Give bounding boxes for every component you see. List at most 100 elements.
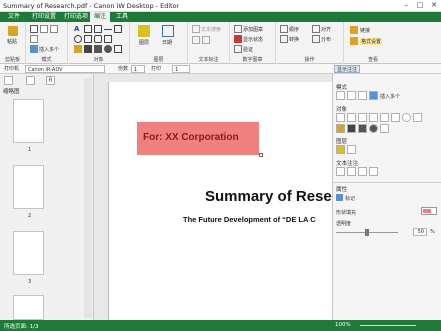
filled-rect-icon[interactable] xyxy=(94,45,102,53)
pane-strikeout-icon[interactable] xyxy=(347,167,356,176)
group-digital-stamp: 添加图章 显示状态 验证 数字图章 xyxy=(230,22,276,64)
group-mode-label: 模式 xyxy=(41,57,52,63)
highlighter-icon[interactable] xyxy=(74,45,82,53)
pane-pen-icon[interactable] xyxy=(347,124,356,133)
distribute-icon[interactable] xyxy=(312,35,320,43)
date-icon[interactable] xyxy=(162,25,174,37)
pane-hand-icon[interactable] xyxy=(347,91,356,100)
pane-layer-icon[interactable] xyxy=(336,145,345,154)
hand-icon[interactable] xyxy=(40,25,48,33)
tab-print-settings[interactable]: 打印设置 xyxy=(28,12,60,22)
add-stamp-icon[interactable] xyxy=(234,25,242,33)
reader-tab-icon[interactable]: R xyxy=(46,76,55,85)
link-icon[interactable] xyxy=(350,26,358,34)
text-search-label: 文本搜索 xyxy=(201,27,222,33)
paste-icon[interactable] xyxy=(8,26,18,36)
layer-section-title: 图层 xyxy=(336,139,348,145)
tab-file[interactable]: 文件 xyxy=(4,12,24,22)
tab-annotate[interactable]: 编注 xyxy=(90,12,111,22)
pane-rect-icon[interactable] xyxy=(391,113,400,122)
resize-handle[interactable] xyxy=(259,153,263,157)
copies-input[interactable]: 1 xyxy=(131,65,145,73)
order-icon[interactable] xyxy=(280,25,288,33)
comment-tab-icon[interactable] xyxy=(26,76,35,85)
layer-label: 图层 xyxy=(139,40,150,46)
close-button[interactable]: ✕ xyxy=(427,0,441,11)
pane-filled-circle-icon[interactable] xyxy=(369,124,378,133)
insert-icon[interactable] xyxy=(30,45,38,53)
pane-filled-rect-icon[interactable] xyxy=(358,124,367,133)
pane-highlighter-icon[interactable] xyxy=(336,124,345,133)
arrow-icon[interactable] xyxy=(114,25,122,33)
opacity-input[interactable]: 50 xyxy=(413,228,427,236)
printer-label: 打印机 xyxy=(4,66,20,72)
show-stamp-icon[interactable] xyxy=(234,35,242,43)
pane-squiggle-icon[interactable] xyxy=(369,167,378,176)
filled-circle-icon[interactable] xyxy=(104,45,112,53)
tab-print-options[interactable]: 打印选项 xyxy=(60,12,92,22)
rectangle-icon[interactable] xyxy=(84,35,92,43)
thumbnail-page-4-partial[interactable] xyxy=(13,295,44,320)
pane-line-icon[interactable] xyxy=(380,113,389,122)
fill-label: 形状填充 xyxy=(336,210,357,216)
pen-icon[interactable] xyxy=(84,45,92,53)
underline-icon[interactable] xyxy=(192,36,200,44)
select-icon[interactable] xyxy=(30,25,38,33)
stamp-shape-icon[interactable] xyxy=(114,45,122,53)
page-input[interactable]: 1 xyxy=(172,65,190,73)
text-select-icon[interactable] xyxy=(30,35,38,43)
thumbnail-scrollbar[interactable] xyxy=(84,78,92,318)
line-icon[interactable] xyxy=(104,25,112,30)
layer-icon[interactable] xyxy=(138,25,150,37)
mode-section-title: 模式 xyxy=(336,85,348,91)
group-layer: 图层 日期 图层 xyxy=(130,22,188,64)
pane-date-icon[interactable] xyxy=(347,145,356,154)
thumbnail-page-1[interactable] xyxy=(13,99,44,143)
pane-highlight-text-icon[interactable] xyxy=(358,167,367,176)
opacity-slider-thumb[interactable] xyxy=(365,229,369,236)
stamp-annotation[interactable]: For: XX Corporation xyxy=(137,122,259,155)
format-settings-icon[interactable] xyxy=(350,37,358,45)
convert-icon[interactable] xyxy=(280,35,288,43)
maximize-button[interactable]: □ xyxy=(413,0,427,11)
pane-polygon-icon[interactable] xyxy=(413,113,422,122)
text-search-icon[interactable] xyxy=(192,25,200,33)
thumbnail-page-2[interactable] xyxy=(13,165,44,209)
textbox-icon[interactable] xyxy=(84,25,92,33)
pane-zoom-icon[interactable] xyxy=(358,91,367,100)
pane-text-icon[interactable] xyxy=(347,113,356,122)
printer-select[interactable]: Canon iR-ADV xyxy=(25,65,105,73)
align-icon[interactable] xyxy=(312,25,320,33)
pane-arrow-icon[interactable] xyxy=(336,113,345,122)
pane-textbox-icon[interactable] xyxy=(358,113,367,122)
thumbnail-tab-icon[interactable] xyxy=(4,76,13,85)
text-annot-section-title: 文本注注 xyxy=(336,161,359,167)
fill-color-picker[interactable] xyxy=(421,207,437,215)
zoom-icon[interactable] xyxy=(50,25,58,33)
pane-stamp-icon[interactable] xyxy=(380,124,389,133)
strikeout-icon[interactable] xyxy=(202,36,210,44)
date-label: 日期 xyxy=(162,40,173,46)
pane-select-icon[interactable] xyxy=(336,91,345,100)
pane-insert-icon[interactable] xyxy=(369,91,378,100)
insert-multiple-label: 插入多个 xyxy=(39,47,60,53)
verify-icon[interactable] xyxy=(234,45,242,53)
pane-note-icon[interactable] xyxy=(369,113,378,122)
pane-circle-icon[interactable] xyxy=(402,113,411,122)
document-page: For: XX Corporation Summary of Rese The … xyxy=(108,82,332,320)
circle-icon[interactable] xyxy=(74,35,82,43)
zoom-slider[interactable] xyxy=(360,325,416,326)
note-icon[interactable] xyxy=(94,25,102,33)
pane-underline-icon[interactable] xyxy=(336,167,345,176)
show-annotation-button[interactable]: 显示注注 xyxy=(334,65,361,73)
print-button[interactable]: 打印 xyxy=(151,65,161,73)
thumbnail-page-3[interactable] xyxy=(13,231,44,275)
text-tool-icon[interactable]: A xyxy=(74,25,82,33)
group-text-annot-label: 文本标注 xyxy=(198,57,219,63)
polygon-icon[interactable] xyxy=(104,35,112,43)
minimize-button[interactable]: – xyxy=(399,0,413,11)
tab-tools[interactable]: 工具 xyxy=(112,12,132,22)
paste-label: 粘贴 xyxy=(7,39,18,45)
rounded-rect-icon[interactable] xyxy=(94,35,102,43)
pane-insert-label: 插入多个 xyxy=(380,94,401,100)
